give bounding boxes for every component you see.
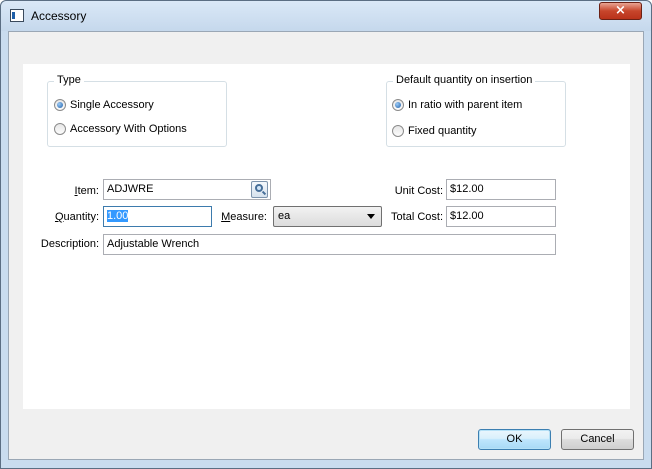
quantity-label: Quantity: xyxy=(51,211,99,223)
close-button[interactable]: × xyxy=(599,2,642,20)
radio-button[interactable] xyxy=(54,123,66,135)
quantity-label-mnemonic: Q xyxy=(54,211,64,223)
total-cost-value: $12.00 xyxy=(450,210,484,222)
unit-cost-value: $12.00 xyxy=(450,183,484,195)
default-quantity-groupbox: Default quantity on insertion xyxy=(386,74,566,147)
description-value: Adjustable Wrench xyxy=(107,238,200,250)
radio-fixed-quantity[interactable]: Fixed quantity xyxy=(392,125,476,137)
item-label: Item: xyxy=(61,185,99,197)
search-icon-handle xyxy=(261,190,267,196)
accessory-dialog-window: Accessory × Type Single Accessory Access… xyxy=(0,0,652,469)
description-label: Description: xyxy=(40,238,99,250)
radio-single-accessory[interactable]: Single Accessory xyxy=(54,99,154,111)
radio-button-checked[interactable] xyxy=(392,99,404,111)
quantity-input[interactable]: 1.00 xyxy=(103,206,212,227)
measure-label: Measure: xyxy=(217,211,267,223)
type-group-title: Type xyxy=(54,74,84,86)
radio-label: Fixed quantity xyxy=(408,125,477,137)
app-window-icon xyxy=(10,9,24,22)
chevron-down-icon xyxy=(367,214,375,219)
description-input[interactable]: Adjustable Wrench xyxy=(103,234,556,255)
title-bar[interactable]: Accessory × xyxy=(1,1,651,31)
measure-label-mnemonic: M xyxy=(221,211,231,223)
measure-label-rest: easure: xyxy=(230,211,267,223)
item-lookup-button[interactable] xyxy=(251,181,268,198)
unit-cost-label: Unit Cost: xyxy=(394,185,443,197)
quantity-label-rest: uantity: xyxy=(63,211,99,223)
radio-label: Single Accessory xyxy=(70,99,154,111)
item-label-rest: tem: xyxy=(77,185,99,197)
radio-label: In ratio with parent item xyxy=(408,99,523,111)
quantity-value: 1.00 xyxy=(107,210,129,222)
item-value: ADJWRE xyxy=(107,183,154,195)
radio-button[interactable] xyxy=(392,125,404,137)
total-cost-input[interactable]: $12.00 xyxy=(446,206,556,227)
total-cost-label: Total Cost: xyxy=(391,211,443,223)
ok-button[interactable]: OK xyxy=(478,429,551,450)
default-quantity-group-title: Default quantity on insertion xyxy=(393,74,536,86)
unit-cost-input[interactable]: $12.00 xyxy=(446,179,556,200)
type-groupbox: Type xyxy=(47,74,227,147)
radio-label: Accessory With Options xyxy=(70,123,187,135)
radio-accessory-with-options[interactable]: Accessory With Options xyxy=(54,123,187,135)
radio-in-ratio-with-parent[interactable]: In ratio with parent item xyxy=(392,99,522,111)
cancel-button[interactable]: Cancel xyxy=(561,429,634,450)
window-title: Accessory xyxy=(31,9,87,23)
measure-dropdown[interactable]: ea xyxy=(273,206,382,227)
close-icon: × xyxy=(615,3,626,18)
item-input[interactable]: ADJWRE xyxy=(103,179,271,200)
radio-button-checked[interactable] xyxy=(54,99,66,111)
measure-value: ea xyxy=(278,210,291,222)
